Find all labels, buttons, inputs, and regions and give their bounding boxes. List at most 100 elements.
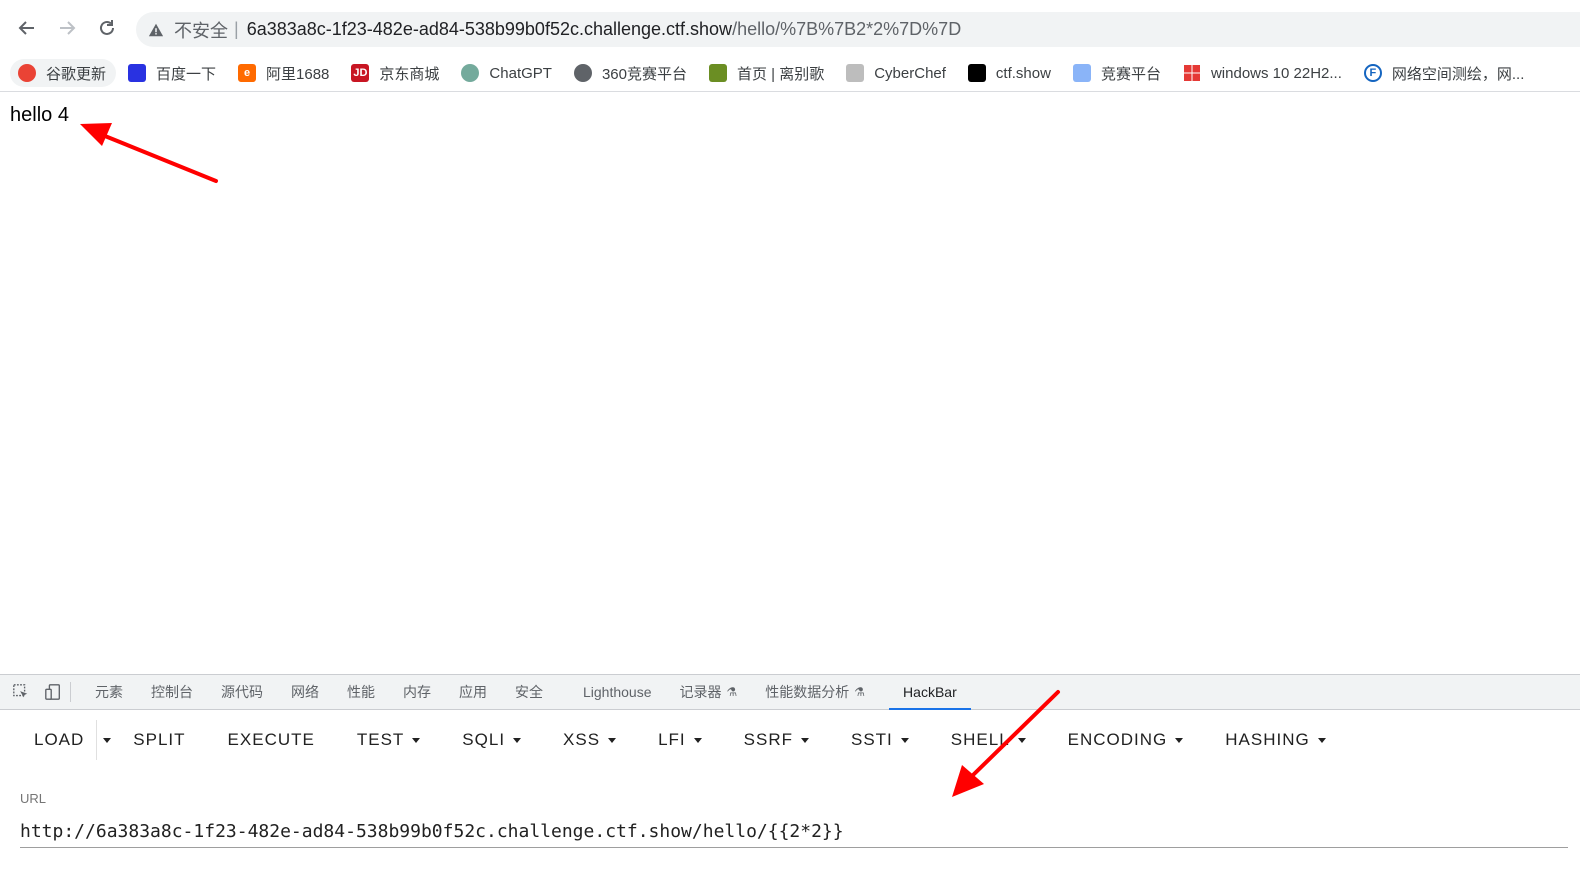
reload-button[interactable] [93,14,121,42]
arrow-left-icon [18,21,34,35]
hackbar-url-input[interactable]: http://6a383a8c-1f23-482e-ad84-538b99b0f… [20,815,1568,848]
devtools-tab-bar: 元素 控制台 源代码 网络 性能 内存 应用 安全 Lighthouse 记录器 ⚗ 性能数据分析 ⚗ H… [0,675,1580,710]
globe-icon [573,64,592,82]
bookmark-label: ChatGPT [489,64,552,82]
bookmark-label: ctf.show [995,64,1051,82]
bookmarks-bar: 谷歌更新 百度一下 e 阿里1688 JD 京东商城 ChatGPT 360竞赛平台 首页 | … [0,55,1580,92]
bookmark-label: 竞赛平台 [1100,65,1161,83]
bookmark-item[interactable]: ctf.show [960,59,1061,87]
devtools-tab[interactable]: 安全 [501,675,557,709]
hackbar-button-label: SSTI [850,730,893,749]
caret-down-icon [693,737,702,743]
devtools-tab-label: 性能 [347,684,375,700]
caret-down-icon [900,737,909,743]
bookmark-label: 网络空间测绘，网... [1391,65,1525,83]
bookmark-item[interactable]: 谷歌更新 [10,59,117,87]
devtools-tab-label: 应用 [459,684,487,700]
load-options-dropdown[interactable] [96,720,121,760]
hackbar-button-label: SPLIT [133,730,186,749]
hackbar-button[interactable]: HASHING [1213,720,1337,760]
bookmark-label: 百度一下 [156,65,217,83]
bookmark-item[interactable]: windows 10 22H2... [1175,59,1352,87]
hackbar-button[interactable]: LOAD [22,720,96,760]
bookmark-item[interactable]: 首页 | 离别歌 [701,59,834,87]
devtools-tab-label: 内存 [403,684,431,700]
devtools-tab[interactable]: Lighthouse [569,675,666,709]
devtools-tab-label: 源代码 [221,684,263,700]
bookmark-label: 首页 | 离别歌 [736,65,825,83]
bookmark-item[interactable]: CyberChef [838,59,956,87]
reload-icon [100,20,114,35]
hackbar-button[interactable]: LFI [646,720,714,760]
devtools-tab-label: HackBar [903,684,957,700]
hackbar-button[interactable]: SSTI [839,720,921,760]
bookmark-item[interactable]: 百度一下 [120,59,226,87]
hackbar-button-label: EXECUTE [227,730,315,749]
url-separator: | [234,19,239,39]
hackbar-button[interactable]: SHELL [939,720,1038,760]
bookmark-label: CyberChef [874,64,946,82]
devtools-tab[interactable]: 控制台 [137,675,207,709]
devtools-tab[interactable]: 性能 [333,675,389,709]
plant-icon [708,64,727,82]
device-toolbar-icon[interactable] [42,681,64,703]
url-path: /hello/%7B%7B2*2%7D%7D [732,19,962,39]
hackbar-button-label: SHELL [950,730,1010,749]
caret-down-icon [412,737,421,743]
caret-down-icon [103,737,112,743]
devtools-tab[interactable]: 源代码 [207,675,277,709]
hackbar-button[interactable]: SPLIT [121,720,197,760]
devtools-tab-label: 安全 [515,684,543,700]
forward-button[interactable] [53,14,81,42]
experiment-flask-icon: ⚗ [854,685,866,699]
bookmark-item[interactable]: 竞赛平台 [1065,59,1171,87]
bookmark-item[interactable]: e 阿里1688 [230,59,339,87]
ctfshow-icon [967,64,986,82]
caret-down-icon [1317,737,1326,743]
arrow-to-output [80,123,218,183]
hackbar-button[interactable]: SSRF [732,720,821,760]
url-label: URL [20,791,47,806]
bookmark-label: 谷歌更新 [46,65,107,83]
devtools-tab[interactable]: 记录器 ⚗ [666,675,752,709]
devtools-tab-label: Lighthouse [583,684,652,700]
devtools-tab[interactable]: 元素 [81,675,137,709]
back-button[interactable] [13,14,41,42]
hackbar-button[interactable]: SQLI [450,720,533,760]
devtools-tab[interactable]: 应用 [445,675,501,709]
hackbar-button-label: LFI [658,730,686,749]
bird-icon [1072,64,1091,82]
hackbar-button[interactable]: XSS [551,720,628,760]
bookmark-item[interactable]: ChatGPT [453,59,562,87]
devtools-tab[interactable]: 性能数据分析 ⚗ [751,675,879,709]
jd-icon: JD [351,64,370,82]
chef-hat-icon [846,64,865,82]
devtools-tab[interactable]: HackBar [889,675,971,710]
bookmark-item[interactable]: 360竞赛平台 [566,59,697,87]
hackbar-button-label: SQLI [462,730,506,749]
caret-down-icon [800,737,809,743]
hackbar-button-label: TEST [356,730,405,749]
caret-down-icon [608,737,617,743]
hackbar-button-label: SSRF [743,730,793,749]
bookmark-item[interactable]: F 网络空间测绘，网... [1356,59,1535,87]
bookmark-label: windows 10 22H2... [1210,64,1342,82]
caret-down-icon [1175,737,1184,743]
baidu-paw-icon [128,64,147,82]
devtools-tab[interactable]: 内存 [389,675,445,709]
tab-divider [70,682,71,702]
bookmark-label: 阿里1688 [266,65,330,83]
hackbar-button[interactable]: EXECUTE [216,720,327,760]
browser-toolbar: 不安全 | 6a383a8c-1f23-482e-ad84-538b99b0f5… [0,0,1580,55]
fofa-icon: F [1363,64,1382,82]
bookmark-item[interactable]: JD 京东商城 [343,59,449,87]
hackbar-button[interactable]: ENCODING [1056,720,1196,760]
security-label[interactable]: 不安全 [174,17,228,43]
hackbar-button[interactable]: TEST [345,720,432,760]
devtools-tab[interactable]: 网络 [277,675,333,709]
inspect-element-icon[interactable] [10,681,32,703]
address-bar[interactable]: 不安全 | 6a383a8c-1f23-482e-ad84-538b99b0f5… [136,12,1580,47]
url-host: 6a383a8c-1f23-482e-ad84-538b99b0f52c.cha… [246,19,733,39]
arrow-right-icon [60,21,76,35]
warning-icon [148,21,166,39]
